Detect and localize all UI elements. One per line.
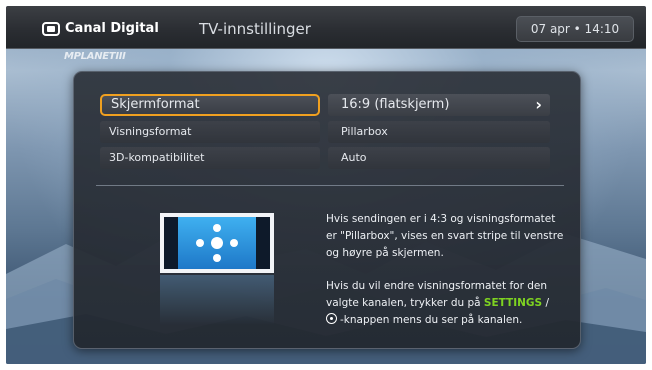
brand-name: Canal Digital	[65, 21, 159, 36]
pillarbox-illustration	[160, 213, 274, 325]
help-text-suffix: -knappen mens du ser på kanalen.	[340, 314, 523, 326]
help-paragraph-2: Hvis du vil endre visningsformatet for d…	[326, 278, 566, 329]
setting-label[interactable]: Skjermformat	[100, 94, 320, 116]
channel-watermark: MPLANETIII	[64, 51, 126, 62]
divider	[96, 185, 564, 186]
tv-icon	[42, 21, 60, 36]
help-separator: /	[542, 297, 549, 309]
chevron-right-icon[interactable]: ›	[535, 94, 542, 116]
setting-label[interactable]: 3D-kompatibilitet	[100, 147, 320, 169]
setting-value[interactable]: Auto	[328, 147, 550, 169]
top-bar: Canal Digital TV-innstillinger 07 apr • …	[6, 6, 646, 49]
page-title: TV-innstillinger	[199, 20, 311, 38]
setting-row-3d[interactable]: 3D-kompatibilitet Auto	[100, 147, 550, 169]
setting-value-text: 16:9 (flatskjerm)	[341, 97, 450, 112]
setting-row-visningsformat[interactable]: Visningsformat Pillarbox	[100, 121, 550, 143]
circle-dot-icon	[326, 313, 337, 324]
setting-label[interactable]: Visningsformat	[100, 121, 320, 143]
settings-key-label: SETTINGS	[483, 297, 543, 309]
settings-panel: Skjermformat 16:9 (flatskjerm) › Visning…	[73, 71, 581, 349]
help-text: Hvis sendingen er i 4:3 og visningsforma…	[326, 211, 566, 345]
help-paragraph-1: Hvis sendingen er i 4:3 og visningsforma…	[326, 213, 564, 259]
setting-row-skjermformat[interactable]: Skjermformat 16:9 (flatskjerm) ›	[100, 94, 550, 116]
brand-logo: Canal Digital	[42, 21, 159, 36]
setting-value[interactable]: Pillarbox	[328, 121, 550, 143]
setting-value[interactable]: 16:9 (flatskjerm) ›	[328, 94, 550, 116]
tv-screen: Canal Digital TV-innstillinger 07 apr • …	[6, 6, 646, 364]
clock-display: 07 apr • 14:10	[516, 16, 634, 42]
